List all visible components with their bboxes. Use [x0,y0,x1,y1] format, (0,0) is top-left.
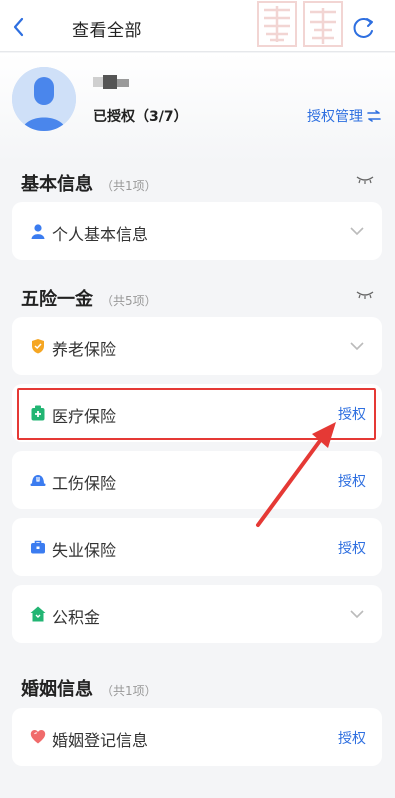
user-avatar-icon [12,67,76,131]
section-title-text: 婚姻信息 [21,679,93,700]
profile-section: 已授权（3/7） 授权管理 [0,53,395,163]
chevron-down-icon [350,342,364,351]
authorize-link[interactable]: 授权 [338,471,366,491]
section-count: （共5项） [101,294,157,308]
auth-manage-label: 授权管理 [307,109,363,125]
avatar [12,67,76,131]
back-button[interactable] [8,14,30,40]
section-title-marriage: 婚姻信息 （共1项） [21,675,157,701]
medical-kit-icon [31,405,45,421]
section-title-text: 基本信息 [21,174,93,195]
section-title-basic: 基本信息 （共1项） [21,170,157,196]
item-label: 医疗保险 [52,407,117,426]
chevron-down-icon [350,227,364,236]
item-label: 工伤保险 [52,474,117,493]
authorize-link[interactable]: 授权 [338,538,366,558]
refresh-icon [353,18,373,38]
masked-username [93,75,129,89]
briefcase-icon [31,540,45,554]
list-item-pension[interactable]: 养老保险 [12,317,382,375]
page-title: 查看全部 [72,21,142,41]
heart-icon [30,730,46,744]
shield-icon [32,339,44,354]
auth-status: 已授权（3/7） [93,109,188,125]
item-label: 婚姻登记信息 [52,731,149,750]
house-icon [30,606,46,622]
eye-closed-icon[interactable] [356,290,374,300]
chevron-down-icon [350,610,364,619]
list-item-housing-fund[interactable]: 公积金 [12,585,382,643]
list-item-medical[interactable]: 医疗保险 授权 [12,384,382,442]
authorize-link[interactable]: 授权 [338,404,366,424]
chevron-left-icon [13,17,24,37]
section-count: （共1项） [101,179,157,193]
helmet-icon [30,475,46,486]
list-item-marriage-registration[interactable]: 婚姻登记信息 授权 [12,708,382,766]
list-item-personal-info[interactable]: 个人基本信息 [12,202,382,260]
eye-closed-icon[interactable] [356,175,374,185]
section-title-text: 五险一金 [21,289,93,310]
list-item-work-injury[interactable]: 工伤保险 授权 [12,451,382,509]
section-title-insurance: 五险一金 （共5项） [21,285,157,311]
item-label: 个人基本信息 [52,225,149,244]
item-label: 公积金 [52,608,101,627]
item-label: 养老保险 [52,340,117,359]
top-nav-bar: 查看全部 [0,0,395,52]
list-item-unemployment[interactable]: 失业保险 授权 [12,518,382,576]
auth-manage-button[interactable]: 授权管理 [307,106,381,126]
item-label: 失业保险 [52,541,117,560]
section-count: （共1项） [101,684,157,698]
swap-icon [367,110,381,122]
watermark-stamp [257,1,343,47]
person-icon [31,224,45,239]
authorize-link[interactable]: 授权 [338,728,366,748]
refresh-button[interactable] [350,14,378,42]
